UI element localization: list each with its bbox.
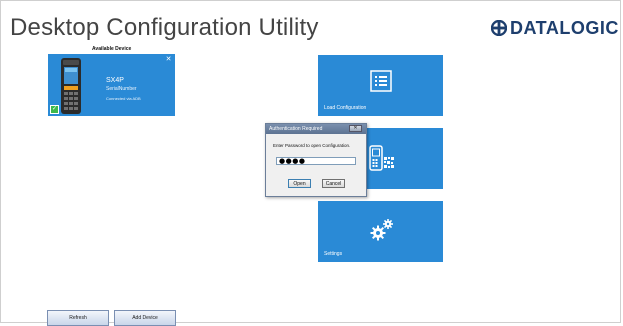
password-prompt: Enter Password to open Configuration. xyxy=(273,143,351,148)
device-model: SX4P xyxy=(106,77,124,84)
gears-icon xyxy=(370,219,393,241)
settings-label: Settings xyxy=(324,251,343,257)
refresh-button[interactable]: Refresh xyxy=(47,310,109,326)
available-device-heading: Available Device xyxy=(92,46,132,52)
device-barcode-icon xyxy=(369,145,394,171)
dialog-close-button[interactable]: ✕ xyxy=(349,125,362,132)
brand-name: DATALOGIC xyxy=(510,17,619,38)
cancel-button[interactable]: Cancel xyxy=(322,179,345,188)
app-window: Desktop Configuration Utility DATALOGIC … xyxy=(0,0,621,326)
load-configuration-label: Load Configuration xyxy=(324,105,367,111)
password-input[interactable]: ●●●● xyxy=(276,157,356,165)
settings-tile[interactable]: Settings xyxy=(318,201,443,262)
datalogic-logo-icon xyxy=(491,20,507,36)
close-icon[interactable]: ✕ xyxy=(165,56,172,63)
app-title: Desktop Configuration Utility xyxy=(10,14,319,41)
datalogic-logo: DATALOGIC xyxy=(491,18,619,38)
list-document-icon xyxy=(370,70,392,92)
device-serial: SerialNumber xyxy=(106,86,137,92)
device-card[interactable]: ✕ ✓ SX4P SerialNumber Connected via ADB xyxy=(48,54,175,116)
open-button[interactable]: Open xyxy=(288,179,311,188)
checkmark-icon[interactable]: ✓ xyxy=(50,105,59,114)
handheld-device-image xyxy=(61,58,81,114)
dialog-title: Authentication Required xyxy=(269,126,323,132)
device-connection-status: Connected via ADB xyxy=(106,96,141,101)
authentication-dialog: Authentication Required ✕ Enter Password… xyxy=(265,123,367,197)
load-configuration-tile[interactable]: Load Configuration xyxy=(318,55,443,116)
add-device-button[interactable]: Add Device xyxy=(114,310,176,326)
dialog-titlebar[interactable]: Authentication Required ✕ xyxy=(266,124,366,134)
